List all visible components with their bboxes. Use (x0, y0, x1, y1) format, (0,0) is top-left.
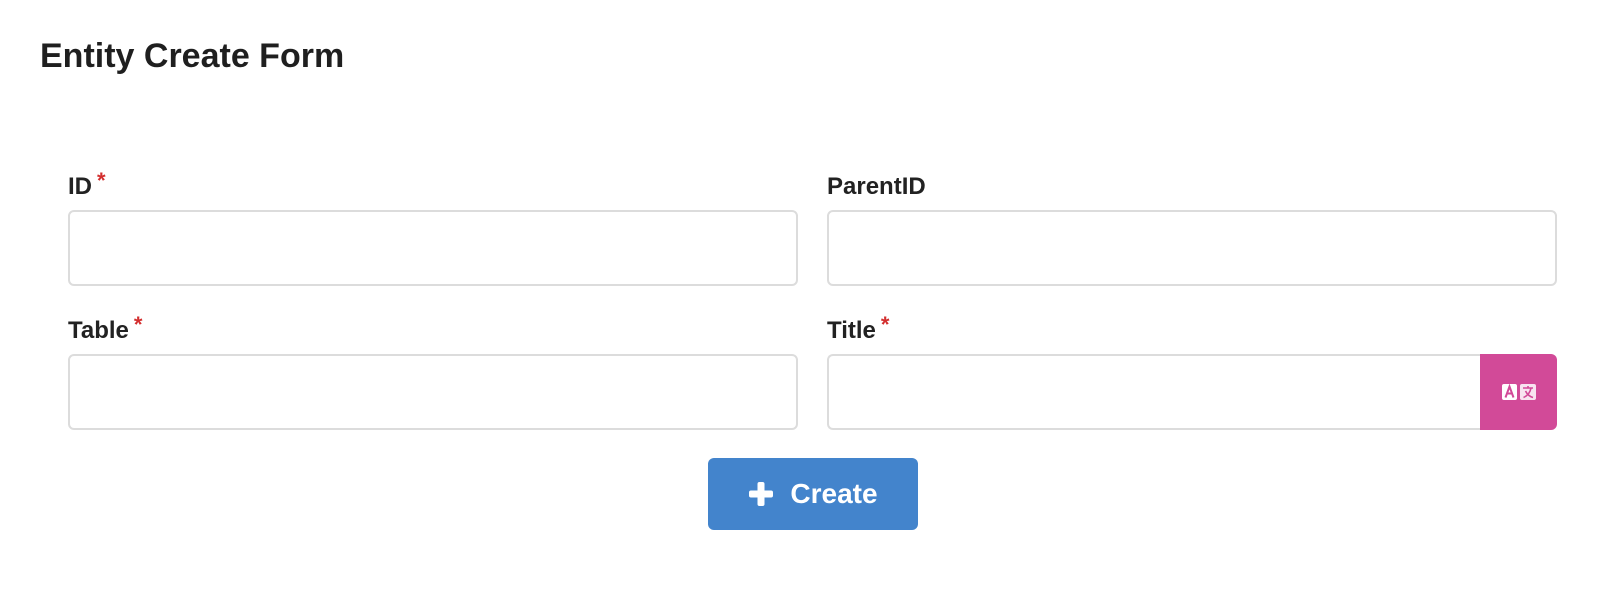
title-input[interactable] (827, 354, 1480, 430)
required-asterisk: * (880, 312, 890, 337)
parent-id-field: ParentID (827, 170, 1557, 286)
parent-id-label: ParentID (827, 170, 1557, 210)
plus-icon (748, 481, 774, 507)
page-title: Entity Create Form (40, 37, 345, 75)
form-actions: Create (68, 458, 1558, 530)
table-label-text: Table (68, 317, 129, 344)
entity-create-form: ID * ParentID Table * Title * Create (68, 170, 1558, 530)
required-asterisk: * (97, 168, 106, 193)
required-asterisk: * (133, 312, 143, 337)
table-field: Table * (68, 314, 798, 430)
translate-button[interactable] (1480, 354, 1557, 430)
id-input-wrapper (68, 210, 798, 286)
parent-id-input[interactable] (827, 210, 1557, 286)
title-input-wrapper (827, 354, 1557, 430)
id-label: ID * (68, 170, 798, 210)
form-row: Table * Title * (68, 314, 1558, 430)
create-button[interactable]: Create (708, 458, 918, 530)
translate-icon (1501, 382, 1537, 402)
id-input[interactable] (68, 210, 798, 286)
table-input-wrapper (68, 354, 798, 430)
id-field: ID * (68, 170, 798, 286)
title-field: Title * (827, 314, 1557, 430)
parent-id-label-text: ParentID (827, 173, 926, 200)
table-input[interactable] (68, 354, 798, 430)
table-label: Table * (68, 314, 798, 354)
parent-id-input-wrapper (827, 210, 1557, 286)
form-row: ID * ParentID (68, 170, 1558, 286)
title-label: Title * (827, 314, 1557, 354)
title-label-text: Title (827, 317, 876, 344)
id-label-text: ID (68, 173, 92, 200)
create-button-label: Create (790, 478, 878, 509)
